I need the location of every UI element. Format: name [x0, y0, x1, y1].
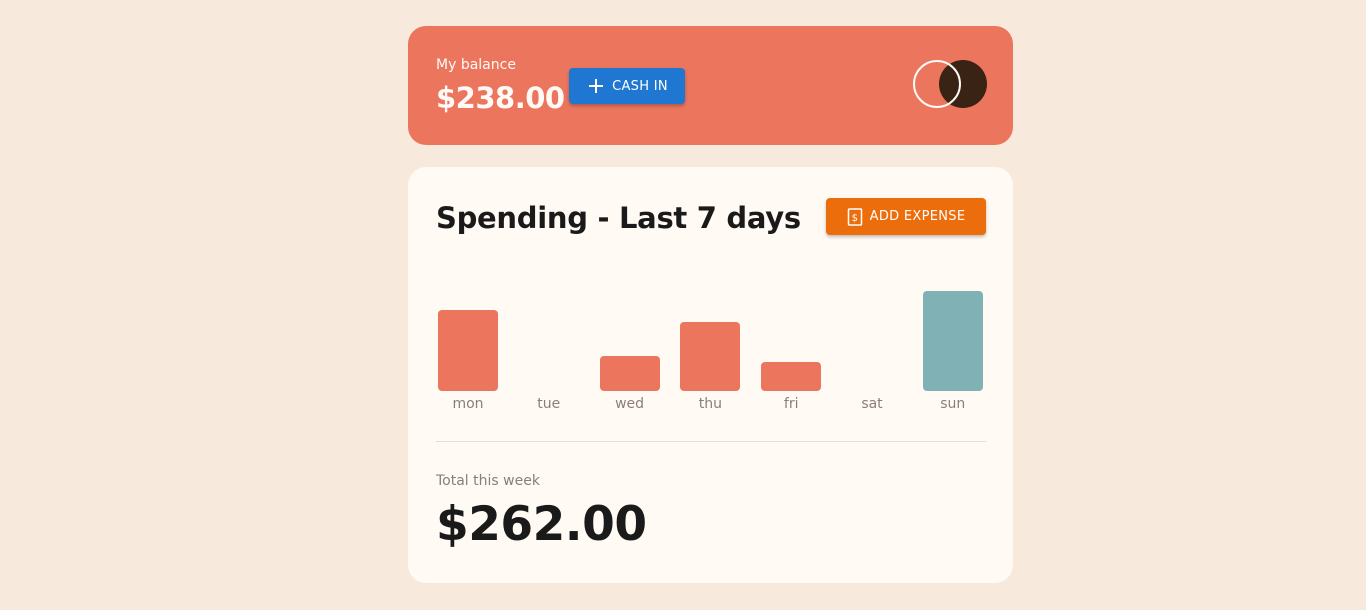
add-expense-button[interactable]: $ ADD EXPENSE — [826, 198, 986, 235]
bar-column-sun: sun — [921, 277, 983, 417]
cash-in-button[interactable]: CASH IN — [569, 68, 685, 104]
bar-column-wed: wed — [598, 277, 660, 417]
bar-column-tue: tue — [517, 277, 579, 417]
svg-text:$: $ — [851, 213, 858, 224]
bar-column-mon: mon — [436, 277, 498, 417]
receipt-dollar-icon: $ — [847, 207, 862, 226]
day-label-sat: sat — [861, 396, 883, 412]
balance-card: My balance $238.00 CASH IN — [408, 26, 1013, 145]
budget-app: My balance $238.00 CASH IN Spending - La… — [408, 26, 1013, 583]
total-amount: $262.00 — [436, 497, 647, 552]
bar-column-fri: fri — [759, 277, 822, 417]
divider — [436, 441, 986, 442]
total-label: Total this week — [436, 473, 540, 489]
cash-in-label: CASH IN — [612, 78, 668, 94]
bar-fri[interactable] — [761, 362, 822, 391]
two-circles-logo-icon — [913, 60, 987, 108]
day-label-tue: tue — [537, 396, 561, 412]
spending-title: Spending - Last 7 days — [436, 201, 801, 235]
bar-thu[interactable] — [680, 322, 741, 391]
bar-column-sat: sat — [840, 277, 902, 417]
day-label-thu: thu — [698, 396, 723, 412]
spending-card: Spending - Last 7 days $ ADD EXPENSE mon… — [408, 167, 1013, 583]
day-label-mon: mon — [452, 396, 484, 412]
balance-amount: $238.00 — [436, 81, 565, 115]
day-label-sun: sun — [940, 396, 966, 412]
bar-mon[interactable] — [438, 310, 498, 391]
add-expense-label: ADD EXPENSE — [869, 209, 966, 224]
balance-label: My balance — [436, 57, 516, 73]
bar-sun[interactable] — [922, 291, 983, 391]
day-label-wed: wed — [615, 396, 645, 412]
plus-icon — [586, 76, 606, 96]
day-label-fri: fri — [783, 396, 799, 412]
bar-column-thu: thu — [678, 277, 741, 417]
bar-wed[interactable] — [599, 356, 660, 391]
spending-chart: mon tue wed thu fri sat sun — [436, 277, 986, 417]
